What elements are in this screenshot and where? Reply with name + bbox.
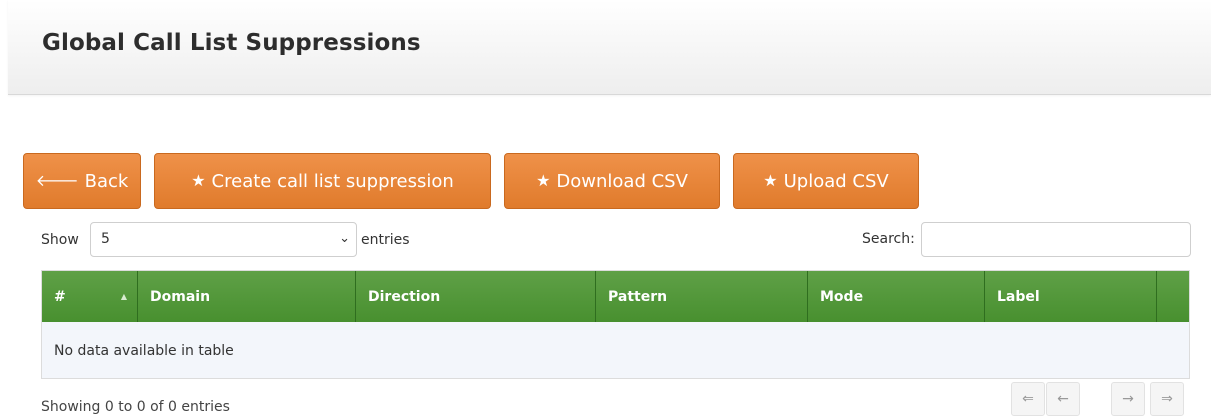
star-icon: ★ <box>763 171 778 190</box>
download-csv-button[interactable]: ★ Download CSV <box>504 153 720 209</box>
create-call-list-suppression-button[interactable]: ★ Create call list suppression <box>154 153 491 209</box>
star-icon: ★ <box>191 171 206 190</box>
star-icon: ★ <box>536 171 551 190</box>
column-header-label[interactable]: Label <box>985 271 1157 322</box>
column-header-domain[interactable]: Domain <box>138 271 356 322</box>
upload-button-label: Upload CSV <box>783 170 889 192</box>
empty-table-message: No data available in table <box>54 343 234 359</box>
back-button[interactable]: 🡐 Back <box>23 153 141 209</box>
create-button-label: Create call list suppression <box>211 170 454 192</box>
upload-csv-button[interactable]: ★ Upload CSV <box>733 153 919 209</box>
table-header: # ▲ Domain Direction Pattern Mode Label <box>42 271 1189 322</box>
search-label: Search: <box>862 231 915 247</box>
show-label: Show <box>41 232 79 248</box>
column-header-direction[interactable]: Direction <box>356 271 596 322</box>
page-header: Global Call List Suppressions <box>8 0 1211 95</box>
search-input[interactable] <box>921 222 1191 257</box>
entries-label: entries <box>361 232 410 248</box>
column-header-number[interactable]: # ▲ <box>42 271 138 322</box>
double-arrow-left-icon: ⇐ <box>1022 391 1034 407</box>
column-header-pattern[interactable]: Pattern <box>596 271 808 322</box>
page-size-value: 5 <box>101 231 110 247</box>
arrow-left-icon: ← <box>1057 391 1069 407</box>
sort-ascending-icon: ▲ <box>120 292 127 301</box>
arrow-right-icon: → <box>1122 391 1134 407</box>
arrow-left-icon: 🡐 <box>35 171 79 190</box>
page-title: Global Call List Suppressions <box>42 30 421 56</box>
download-button-label: Download CSV <box>556 170 688 192</box>
previous-page-button[interactable]: ← <box>1046 382 1080 416</box>
chevron-down-icon: ⌄ <box>339 231 350 246</box>
first-page-button[interactable]: ⇐ <box>1011 382 1045 416</box>
table-info: Showing 0 to 0 of 0 entries <box>41 399 230 415</box>
page-size-select[interactable]: 5 ⌄ <box>90 222 357 257</box>
last-page-button[interactable]: ⇒ <box>1150 382 1184 416</box>
next-page-button[interactable]: → <box>1111 382 1145 416</box>
double-arrow-right-icon: ⇒ <box>1161 391 1173 407</box>
column-header-actions <box>1157 271 1189 322</box>
back-button-label: Back <box>84 170 129 192</box>
column-header-mode[interactable]: Mode <box>808 271 985 322</box>
suppressions-table: # ▲ Domain Direction Pattern Mode Label … <box>41 270 1190 379</box>
